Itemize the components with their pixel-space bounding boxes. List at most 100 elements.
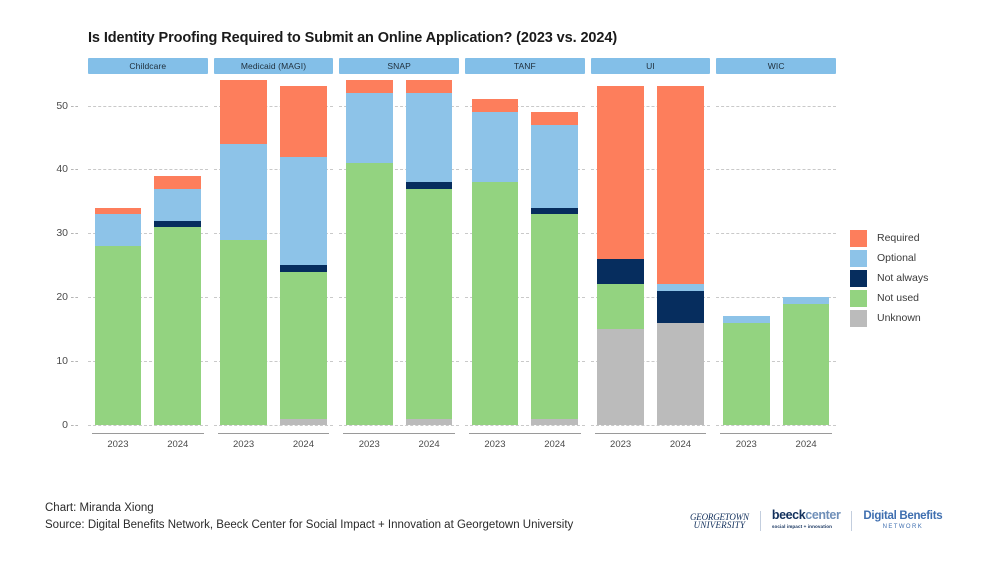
- source-line: Source: Digital Benefits Network, Beeck …: [45, 519, 574, 531]
- bar-segment-required[interactable]: [280, 86, 327, 157]
- bar-segment-optional[interactable]: [345, 92, 393, 164]
- bar-segment-required[interactable]: [405, 80, 453, 93]
- facet-panels: 2023 2024 2023 2024 2023 2024 2023 2024 2023 2024…: [88, 80, 837, 462]
- facet-header-wic: WIC: [716, 58, 837, 74]
- bar-segment-not-always[interactable]: [657, 290, 704, 323]
- x-axis-tick-label: 2024: [418, 439, 440, 450]
- bar-segment-required[interactable]: [597, 86, 644, 259]
- bar-segment-optional[interactable]: [405, 92, 453, 183]
- bar-segment-not-used[interactable]: [280, 271, 327, 419]
- x-axis-line: [720, 433, 833, 434]
- bar-segment-not-used[interactable]: [94, 246, 142, 425]
- bar-slot: [214, 80, 274, 425]
- panel-x-axis: 2023 2024: [88, 425, 208, 462]
- bar-segment-not-used[interactable]: [154, 226, 202, 425]
- bar-segment-optional[interactable]: [280, 156, 327, 266]
- y-axis-tick-mark: [71, 297, 78, 299]
- y-axis-tick-mark: [71, 233, 78, 235]
- logo-divider-1: [759, 511, 761, 531]
- legend-item-not-always[interactable]: Not always: [850, 268, 990, 288]
- bar-segment-optional[interactable]: [220, 143, 267, 240]
- legend-item-not-used[interactable]: Not used: [850, 288, 990, 308]
- x-axis-tick-label: 2023: [610, 439, 632, 450]
- stacked-bar[interactable]: [597, 86, 644, 425]
- bar-segment-unknown[interactable]: [597, 329, 644, 425]
- georgetown-logo-line2: UNIVERSITY: [693, 520, 746, 530]
- beeck-logo-bold: beeck: [771, 508, 806, 522]
- bar-segment-not-used[interactable]: [531, 214, 579, 419]
- stacked-bar[interactable]: [531, 112, 579, 425]
- facet-panel-tanf: 2023 2024: [465, 80, 585, 462]
- bar-segment-optional[interactable]: [531, 124, 579, 208]
- stacked-bar[interactable]: [782, 297, 830, 425]
- beeck-logo-light: center: [805, 508, 841, 522]
- bar-segment-optional[interactable]: [154, 188, 202, 221]
- y-axis-tick-label: 10: [56, 355, 68, 368]
- y-axis-tick-label: 50: [56, 99, 68, 112]
- bar-segment-not-used[interactable]: [345, 163, 393, 425]
- x-axis-tick-labels: 2023 2024: [591, 439, 711, 450]
- stacked-bar[interactable]: [94, 207, 142, 425]
- stacked-bar[interactable]: [280, 86, 327, 425]
- bar-segment-not-used[interactable]: [471, 182, 519, 425]
- panel-x-axis: 2023 2024: [591, 425, 711, 462]
- stacked-bar[interactable]: [657, 86, 704, 425]
- bar-segment-required[interactable]: [345, 80, 393, 93]
- legend-swatch: [850, 229, 867, 247]
- bar-segment-optional[interactable]: [471, 111, 519, 183]
- stacked-bar[interactable]: [154, 175, 202, 425]
- legend-label: Not used: [877, 292, 920, 304]
- bar-segment-not-used[interactable]: [405, 188, 453, 419]
- bar-segment-required[interactable]: [657, 86, 704, 285]
- bar-segment-required[interactable]: [531, 112, 579, 125]
- stacked-bar[interactable]: [722, 316, 770, 425]
- bar-segment-required[interactable]: [154, 175, 202, 189]
- bar-group: [339, 80, 459, 425]
- panel-x-axis: 2023 2024: [214, 425, 334, 462]
- legend-item-optional[interactable]: Optional: [850, 248, 990, 268]
- stacked-bar[interactable]: [220, 80, 267, 425]
- bar-segment-optional[interactable]: [94, 214, 142, 247]
- legend-swatch: [850, 249, 867, 267]
- bar-segment-required[interactable]: [220, 80, 267, 144]
- bar-slot: [776, 80, 836, 425]
- x-axis-line: [594, 433, 707, 434]
- bar-segment-not-used[interactable]: [782, 303, 830, 425]
- bar-segment-not-used[interactable]: [597, 284, 644, 330]
- bar-segment-not-used[interactable]: [722, 322, 770, 425]
- legend-swatch: [850, 289, 867, 307]
- bar-segment-not-used[interactable]: [220, 239, 267, 425]
- dbn-logo-line1: Digital Benefits: [863, 509, 943, 522]
- panel-plot-area: [465, 80, 585, 426]
- bar-segment-not-always[interactable]: [597, 258, 644, 285]
- beeck-logo-wordmark: beeckcenter: [771, 508, 841, 522]
- bar-segment-unknown[interactable]: [657, 322, 704, 425]
- y-axis-tick-label: 30: [56, 227, 68, 240]
- bar-slot: [339, 80, 399, 425]
- panel-x-axis: 2023 2024: [465, 425, 585, 462]
- panel-x-axis: 2023 2024: [716, 425, 836, 462]
- x-axis-tick-labels: 2023 2024: [465, 439, 585, 450]
- panel-plot-area: [716, 80, 837, 426]
- facet-panel-medicaid-magi: 2023 2024: [213, 80, 334, 462]
- bar-slot: [148, 80, 208, 425]
- legend-item-required[interactable]: Required: [850, 228, 990, 248]
- bar-slot: [399, 80, 459, 425]
- x-axis-tick-label: 2024: [795, 439, 817, 450]
- x-axis-line: [92, 433, 204, 434]
- bar-slot: [716, 80, 776, 425]
- x-axis-tick-label: 2024: [292, 439, 314, 450]
- legend-item-unknown[interactable]: Unknown: [850, 308, 990, 328]
- bar-group: [465, 80, 585, 425]
- bar-slot: [525, 80, 585, 425]
- y-axis-tick-mark: [71, 105, 78, 107]
- y-axis-tick-mark: [71, 425, 78, 426]
- bar-slot: [465, 80, 525, 425]
- facet-header-tanf: TANF: [465, 58, 585, 74]
- stacked-bar[interactable]: [405, 80, 453, 425]
- bar-segment-required[interactable]: [471, 99, 519, 112]
- stacked-bar[interactable]: [471, 99, 519, 425]
- panel-x-axis: 2023 2024: [339, 425, 459, 462]
- stacked-bar[interactable]: [345, 80, 393, 425]
- facet-panel-wic: 2023 2024: [716, 80, 837, 462]
